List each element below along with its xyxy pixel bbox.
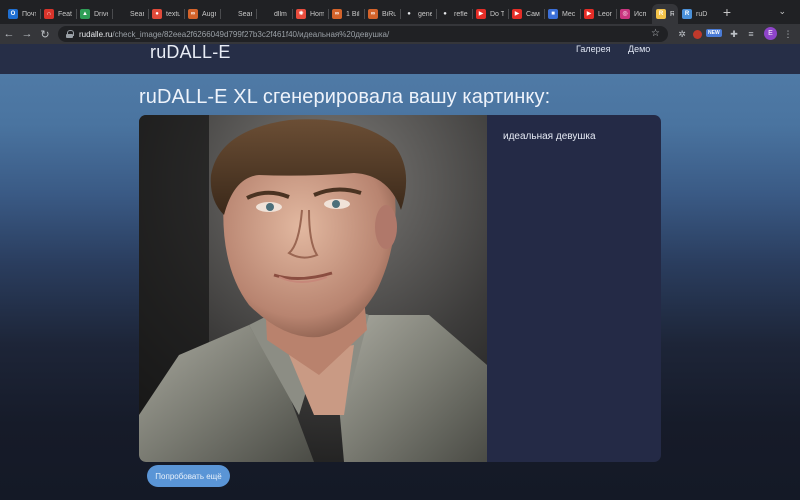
- tab-label: refle: [454, 10, 468, 18]
- reading-list-icon[interactable]: ≡: [744, 27, 758, 41]
- result-card: идеальная девушка: [139, 115, 661, 462]
- youtube-icon: ▶: [476, 9, 486, 19]
- messenger-icon: ■: [548, 9, 558, 19]
- browser-tab[interactable]: ■ Мес: [544, 4, 580, 24]
- bookmark-star-icon[interactable]: ☆: [651, 28, 660, 39]
- tab-label: textu: [166, 10, 180, 18]
- tab-label: Drive: [94, 10, 108, 18]
- tab-label: dllm: [274, 10, 287, 18]
- rudalle-icon: R: [682, 9, 692, 19]
- tab-label: Мес: [562, 10, 576, 18]
- outlook-icon: O: [8, 9, 18, 19]
- try-again-button[interactable]: Попробовать ещё: [147, 465, 230, 487]
- lock-icon: [66, 30, 74, 38]
- site-logo[interactable]: ruDALL-E: [150, 44, 231, 63]
- forward-button[interactable]: →: [18, 25, 36, 43]
- browser-tab[interactable]: ∞ Augr: [184, 4, 220, 24]
- browser-tab[interactable]: RR: [652, 4, 678, 24]
- browser-tab[interactable]: ● gene: [400, 4, 436, 24]
- extension-shield-icon[interactable]: [690, 27, 704, 41]
- youtube-icon: ▶: [512, 9, 522, 19]
- search-icon: [224, 9, 234, 19]
- tab-label: Hom: [310, 10, 324, 18]
- github-icon: ●: [404, 9, 414, 19]
- profile-avatar[interactable]: E: [764, 27, 777, 40]
- tab-label: Сам: [526, 10, 540, 18]
- page-title: ruDALL-E XL сгенерировала вашу картинку:: [139, 86, 551, 108]
- browser-tab[interactable]: ● refle: [436, 4, 472, 24]
- ribbon-icon: ∩: [44, 9, 54, 19]
- tab-label: BiRu: [382, 10, 396, 18]
- tab-label: 1 Bil: [346, 10, 360, 18]
- browser-tab[interactable]: ∞ 1 Bil: [328, 4, 364, 24]
- browser-tab[interactable]: ▶ Сам: [508, 4, 544, 24]
- browser-tab[interactable]: ▶ Leon: [580, 4, 616, 24]
- github-icon: ●: [440, 9, 450, 19]
- browser-tab[interactable]: ▶ Do T: [472, 4, 508, 24]
- browser-tab[interactable]: ✺ Hom: [292, 4, 328, 24]
- textual-inversion-icon: ●: [152, 9, 162, 19]
- browser-tab[interactable]: Sear: [220, 4, 256, 24]
- reload-button[interactable]: ↻: [36, 25, 54, 43]
- tab-label: Augr: [202, 10, 216, 18]
- extension-gear-icon[interactable]: ✲: [675, 27, 689, 41]
- tab-strip: O Почт ∩ Featu ▲ Drive Sear ● textu ∞ Augr Sear dllm…: [0, 0, 800, 24]
- browser-tab[interactable]: ◎ Исп: [616, 4, 652, 24]
- tab-label: Featu: [58, 10, 72, 18]
- drive-icon: ▲: [80, 9, 90, 19]
- browser-tab[interactable]: ∩ Featu: [40, 4, 76, 24]
- generic-page-icon: [260, 9, 270, 19]
- rudalle-page: ruDALL-E Галерея Демо ruDALL-E XL сгенер…: [0, 44, 800, 500]
- infinity-icon: ∞: [188, 9, 198, 19]
- extensions-puzzle-icon[interactable]: ✚: [727, 27, 741, 41]
- address-bar[interactable]: rudalle.ru/check_image/82eea2f6266049d79…: [58, 26, 668, 42]
- tab-label: Почт: [22, 10, 36, 18]
- infinity-icon: ∞: [332, 9, 342, 19]
- generated-image: [139, 115, 487, 462]
- tab-label: R: [670, 10, 674, 18]
- browser-tab[interactable]: ▲ Drive: [76, 4, 112, 24]
- browser-tab[interactable]: dllm: [256, 4, 292, 24]
- new-badge: NEW: [706, 29, 722, 37]
- nav-gallery-link[interactable]: Галерея: [576, 44, 611, 54]
- nav-demo-link[interactable]: Демо: [628, 44, 650, 54]
- hub-icon: ✺: [296, 9, 306, 19]
- tab-label: gene: [418, 10, 432, 18]
- tab-label: ruD: [696, 10, 708, 18]
- instagram-icon: ◎: [620, 9, 630, 19]
- url-host: rudalle.ru: [79, 29, 113, 39]
- rudalle-icon: R: [656, 9, 666, 19]
- tab-search-icon[interactable]: ⌄: [778, 6, 786, 17]
- browser-tab[interactable]: Sear: [112, 4, 148, 24]
- tab-label: Sear: [238, 10, 252, 18]
- prompt-text: идеальная девушка: [503, 131, 596, 142]
- site-header: ruDALL-E Галерея Демо: [0, 44, 800, 74]
- infinity-icon: ∞: [368, 9, 378, 19]
- search-icon: [116, 9, 126, 19]
- back-button[interactable]: ←: [0, 25, 18, 43]
- browser-tab[interactable]: ● textu: [148, 4, 184, 24]
- tab-label: Leon: [598, 10, 612, 18]
- browser-tab[interactable]: O Почт: [4, 4, 40, 24]
- browser-tab[interactable]: ∞ BiRu: [364, 4, 400, 24]
- tab-label: Исп: [634, 10, 647, 18]
- youtube-icon: ▶: [584, 9, 594, 19]
- menu-kebab-icon[interactable]: ⋮: [781, 27, 795, 41]
- browser-toolbar: ← → ↻ rudalle.ru/check_image/82eea2f6266…: [0, 24, 800, 44]
- url-path: /check_image/82eea2f6266049d799f27b3c2f4…: [112, 29, 390, 39]
- new-tab-button[interactable]: +: [720, 4, 734, 20]
- tab-label: Do T: [490, 10, 504, 18]
- browser-tab[interactable]: RruD: [678, 4, 714, 24]
- tab-label: Sear: [130, 10, 144, 18]
